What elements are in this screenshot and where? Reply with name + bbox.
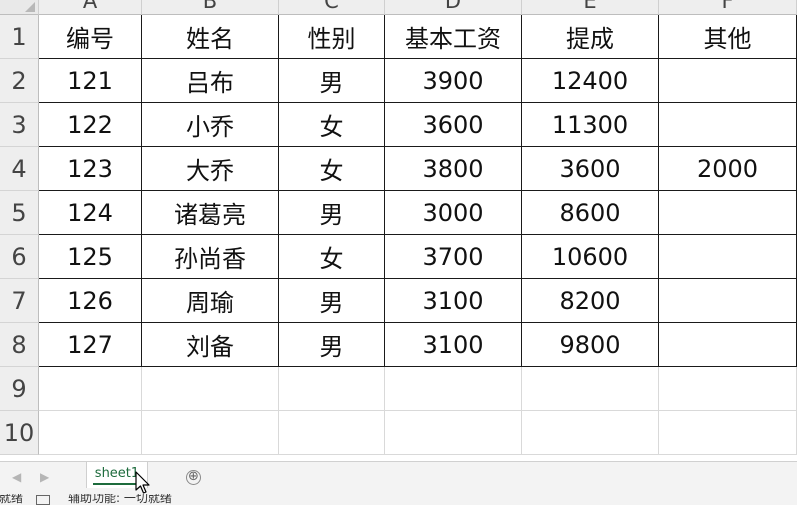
table-cell[interactable]: 吕布 (142, 59, 279, 103)
empty-cell[interactable] (39, 411, 142, 455)
row-header-8[interactable]: 8 (0, 323, 39, 367)
row-header-10[interactable]: 10 (0, 411, 39, 455)
table-cell[interactable]: 126 (39, 279, 142, 323)
row-header-9[interactable]: 9 (0, 367, 39, 411)
row-header-3[interactable]: 3 (0, 103, 39, 147)
table-cell[interactable]: 3800 (385, 147, 522, 191)
table-cell[interactable]: 孙尚香 (142, 235, 279, 279)
row-header-1[interactable]: 1 (0, 15, 39, 59)
table-cell[interactable]: 大乔 (142, 147, 279, 191)
add-sheet-button[interactable]: ⊕ (186, 470, 201, 485)
select-all-triangle-icon (25, 2, 35, 12)
table-cell[interactable]: 周瑜 (142, 279, 279, 323)
table-cell[interactable]: 刘备 (142, 323, 279, 367)
column-header-e[interactable]: E (522, 0, 659, 15)
table-cell[interactable]: 10600 (522, 235, 659, 279)
table-cell[interactable]: 3000 (385, 191, 522, 235)
status-ready: 就绪 (0, 494, 24, 505)
empty-cell[interactable] (659, 411, 797, 455)
sheet-tab-bar: ◀ ▶ sheet1 ⊕ (0, 461, 797, 494)
table-cell[interactable]: 男 (279, 323, 385, 367)
header-cell[interactable]: 其他 (659, 15, 797, 59)
plus-icon: ⊕ (188, 469, 199, 484)
row-header-2[interactable]: 2 (0, 59, 39, 103)
empty-cell[interactable] (39, 367, 142, 411)
table-cell[interactable]: 123 (39, 147, 142, 191)
empty-cell[interactable] (659, 367, 797, 411)
table-cell[interactable]: 诸葛亮 (142, 191, 279, 235)
table-cell[interactable] (659, 235, 797, 279)
table-cell[interactable]: 女 (279, 235, 385, 279)
column-header-f[interactable]: F (659, 0, 797, 15)
tab-sheet1-label: sheet1 (94, 466, 140, 481)
column-header-label: B (202, 0, 218, 13)
table-cell[interactable]: 12400 (522, 59, 659, 103)
table-cell[interactable]: 男 (279, 59, 385, 103)
page-view-icon[interactable] (36, 495, 50, 505)
column-header-label: F (721, 0, 734, 13)
table-cell[interactable]: 3900 (385, 59, 522, 103)
table-cell[interactable] (659, 103, 797, 147)
table-cell[interactable]: 男 (279, 191, 385, 235)
table-cell[interactable]: 3600 (385, 103, 522, 147)
empty-cell[interactable] (279, 411, 385, 455)
accessibility-status[interactable]: 辅助功能: 一切就绪 (68, 494, 172, 505)
table-cell[interactable]: 男 (279, 279, 385, 323)
select-all-corner[interactable] (0, 0, 39, 15)
table-cell[interactable]: 124 (39, 191, 142, 235)
column-header-label: C (324, 0, 339, 13)
table-cell[interactable]: 11300 (522, 103, 659, 147)
column-header-label: A (82, 0, 98, 13)
empty-cell[interactable] (142, 367, 279, 411)
table-cell[interactable]: 121 (39, 59, 142, 103)
empty-cell[interactable] (522, 367, 659, 411)
spreadsheet-grid[interactable]: ABCDEF 1 2 3 4 5 6 7 8 9 10 编号 姓名 性别 基本工资 提成 其他 121 吕布男 3… (0, 0, 797, 461)
empty-cell[interactable] (142, 411, 279, 455)
empty-cell[interactable] (385, 367, 522, 411)
table-cell[interactable]: 122 (39, 103, 142, 147)
empty-cell[interactable] (385, 411, 522, 455)
table-cell[interactable] (659, 191, 797, 235)
empty-cell[interactable] (279, 367, 385, 411)
prev-sheet-arrow-icon[interactable]: ◀ (12, 470, 21, 484)
next-sheet-arrow-icon[interactable]: ▶ (40, 470, 49, 484)
header-cell[interactable]: 基本工资 (385, 15, 522, 59)
table-cell[interactable]: 127 (39, 323, 142, 367)
table-cell[interactable] (659, 59, 797, 103)
header-cell[interactable]: 提成 (522, 15, 659, 59)
header-cell[interactable]: 编号 (39, 15, 142, 59)
table-cell[interactable]: 125 (39, 235, 142, 279)
header-cell[interactable]: 姓名 (142, 15, 279, 59)
table-cell[interactable] (659, 279, 797, 323)
header-cell[interactable]: 性别 (279, 15, 385, 59)
table-cell[interactable]: 3700 (385, 235, 522, 279)
empty-cell[interactable] (522, 411, 659, 455)
table-cell[interactable]: 3100 (385, 323, 522, 367)
table-cell[interactable]: 小乔 (142, 103, 279, 147)
column-header-d[interactable]: D (385, 0, 522, 15)
mouse-pointer-icon (135, 471, 150, 494)
table-cell[interactable]: 8600 (522, 191, 659, 235)
row-header-5[interactable]: 5 (0, 191, 39, 235)
row-header-4[interactable]: 4 (0, 147, 39, 191)
table-cell[interactable]: 8200 (522, 279, 659, 323)
table-cell[interactable]: 女 (279, 103, 385, 147)
table-cell[interactable]: 3100 (385, 279, 522, 323)
table-cell[interactable]: 9800 (522, 323, 659, 367)
column-header-label: D (444, 0, 462, 13)
status-bar: 就绪 辅助功能: 一切就绪 (0, 494, 797, 505)
column-header-b[interactable]: B (142, 0, 279, 15)
column-header-a[interactable]: A (39, 0, 142, 15)
column-header-label: E (583, 0, 597, 13)
column-header-c[interactable]: C (279, 0, 385, 15)
row-header-7[interactable]: 7 (0, 279, 39, 323)
row-header-6[interactable]: 6 (0, 235, 39, 279)
table-cell[interactable]: 女 (279, 147, 385, 191)
table-cell[interactable]: 2000 (659, 147, 797, 191)
table-cell[interactable] (659, 323, 797, 367)
table-cell[interactable]: 3600 (522, 147, 659, 191)
